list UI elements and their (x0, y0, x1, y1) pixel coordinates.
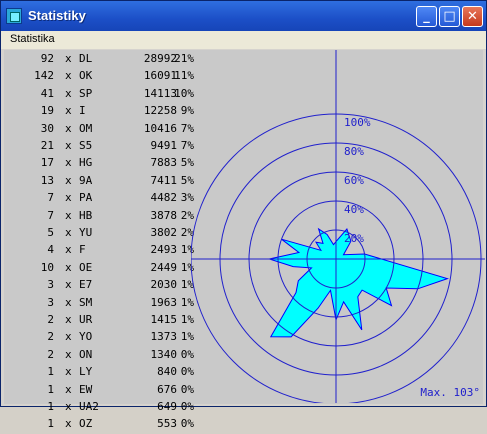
row-x: x (65, 226, 72, 239)
row-x: x (65, 295, 72, 309)
window-title: Statistiky (28, 8, 86, 23)
app-icon (6, 8, 22, 24)
row-count: 10 (40, 260, 54, 274)
row-value: 2030 (150, 278, 178, 292)
row-value: 3802 (150, 226, 178, 239)
ring-label: 100% (344, 116, 371, 129)
row-count: 1 (47, 365, 54, 379)
row-x: x (65, 208, 72, 222)
row-count: 2 (47, 313, 54, 326)
row-count: 142 (34, 69, 54, 83)
row-x: x (65, 191, 72, 205)
menu-bar: Statistika (1, 31, 486, 49)
row-value: 2493 (150, 243, 178, 257)
close-icon: ✕ (467, 9, 478, 24)
row-value: 9491 (150, 139, 178, 152)
minimize-button[interactable]: _ (416, 6, 437, 27)
row-x: x (65, 260, 72, 274)
row-value: 676 (157, 382, 177, 396)
ring-label: 80% (344, 145, 364, 158)
row-x: x (65, 313, 72, 326)
row-count: 1 (47, 382, 54, 396)
row-value: 12258 (143, 104, 177, 118)
row-count: 4 (47, 243, 54, 257)
row-x: x (65, 139, 72, 152)
row-value: 1340 (150, 347, 178, 361)
row-x: x (65, 347, 72, 361)
row-value: 553 (157, 417, 177, 431)
row-value: 1373 (150, 330, 178, 344)
row-value: 28992 (143, 52, 177, 65)
row-count: 2 (47, 330, 54, 344)
row-count: 3 (47, 295, 54, 309)
row-value: 14113 (143, 86, 177, 100)
row-x: x (65, 69, 72, 83)
row-percent: 0% (180, 417, 194, 431)
row-count: 7 (47, 191, 54, 205)
ring-label: 40% (344, 203, 364, 216)
row-x: x (65, 121, 72, 135)
row-x: x (65, 382, 72, 396)
row-count: 92 (40, 52, 54, 65)
row-count: 3 (47, 278, 54, 292)
statistics-window: Statistiky _ □ ✕ Statistika 92 x DL 28992 21… (0, 0, 487, 430)
row-x: x (65, 173, 72, 187)
row-x: x (65, 365, 72, 379)
row-x: x (65, 278, 72, 292)
row-x: x (65, 330, 72, 344)
row-count: 7 (47, 208, 54, 222)
max-label: Max. 103° (420, 386, 480, 399)
row-count: 41 (40, 86, 54, 100)
row-x: x (65, 86, 72, 100)
close-button[interactable]: ✕ (462, 6, 483, 27)
row-x: x (65, 52, 72, 65)
row-value: 7411 (150, 173, 178, 187)
row-value: 1963 (150, 295, 178, 309)
polar-data-shape (267, 227, 450, 338)
row-x: x (65, 104, 72, 118)
ring-label: 60% (344, 174, 364, 187)
row-count: 19 (40, 104, 54, 118)
maximize-button[interactable]: □ (439, 6, 460, 27)
row-count: 2 (47, 347, 54, 361)
row-value: 4482 (150, 191, 178, 205)
row-value: 10416 (143, 121, 177, 135)
title-bar[interactable]: Statistiky _ □ ✕ (1, 1, 486, 31)
row-value: 7883 (150, 156, 178, 170)
row-count: 21 (40, 139, 54, 152)
row-x: x (65, 243, 72, 257)
minimize-icon: _ (423, 9, 430, 24)
row-x: x (65, 156, 72, 170)
maximize-icon: □ (443, 9, 456, 24)
menu-statistika[interactable]: Statistika (10, 33, 55, 45)
ring-label: 20% (344, 232, 364, 245)
row-value: 16091 (143, 69, 177, 83)
row-value: 3878 (150, 208, 178, 222)
row-count: 5 (47, 226, 54, 239)
row-count: 1 (47, 417, 54, 431)
row-count: 17 (40, 156, 54, 170)
row-value: 840 (157, 365, 177, 379)
row-x: x (65, 417, 72, 431)
row-count: 13 (40, 173, 54, 187)
row-count: 30 (40, 121, 54, 135)
row-value: 2449 (150, 260, 178, 274)
polar-chart: 20% 40% 60% 80% 100% Max. 103° (191, 50, 485, 403)
row-value: 1415 (150, 313, 178, 326)
